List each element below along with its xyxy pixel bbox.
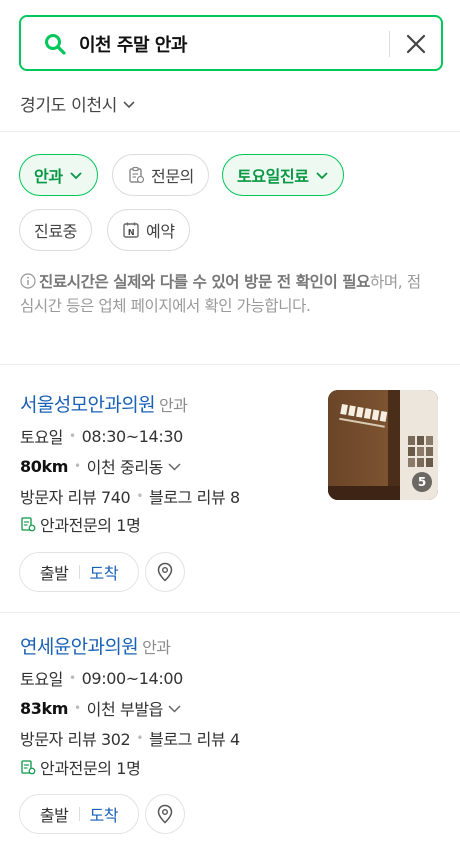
hours-day: 토요일 xyxy=(20,670,63,689)
route-button[interactable]: 출발 도착 xyxy=(19,794,139,834)
separator-dot: • xyxy=(73,459,81,473)
separator xyxy=(78,807,80,821)
separator xyxy=(78,565,80,579)
distance: 83km xyxy=(20,698,68,718)
place-photo[interactable]: 5 xyxy=(328,390,438,500)
place-category: 안과 xyxy=(142,638,171,657)
chevron-down-icon xyxy=(168,462,181,471)
address: 이천 중리동 xyxy=(86,458,164,477)
search-box[interactable]: 이천 주말 안과 xyxy=(19,15,443,71)
location-line[interactable]: 83km • 이천 부발읍 xyxy=(20,696,182,720)
separator-dot: • xyxy=(68,429,76,443)
chevron-down-icon xyxy=(168,704,181,713)
notice-strong-text: 진료시간은 실제와 다를 수 있어 방문 전 확인이 필요 xyxy=(39,273,371,291)
depart-button[interactable]: 출발 xyxy=(40,802,69,826)
business-hours: 토요일 • 09:00~14:00 xyxy=(20,666,183,690)
search-divider xyxy=(389,31,390,57)
filter-specialist-label: 전문의 xyxy=(151,167,194,186)
map-pin-button[interactable] xyxy=(145,794,185,834)
filter-saturday-label: 토요일진료 xyxy=(237,167,309,186)
filter-department-label: 안과 xyxy=(34,167,63,186)
address: 이천 부발읍 xyxy=(86,700,164,719)
divider xyxy=(0,131,460,132)
business-hours: 토요일 • 08:30~14:30 xyxy=(20,424,183,448)
depart-button[interactable]: 출발 xyxy=(40,560,69,584)
visitor-reviews: 방문자 리뷰 740 xyxy=(20,488,131,507)
distance: 80km xyxy=(20,456,68,476)
separator-dot: • xyxy=(73,701,81,715)
map-pin-icon xyxy=(157,804,173,824)
filter-open-now-label: 진료중 xyxy=(34,222,77,241)
location-line[interactable]: 80km • 이천 중리동 xyxy=(20,454,182,478)
chevron-down-icon xyxy=(123,100,135,108)
region-selector[interactable]: 경기도 이천시 xyxy=(20,91,137,116)
blog-reviews: 블로그 리뷰 4 xyxy=(149,730,240,749)
chevron-down-icon xyxy=(315,172,328,180)
region-label: 경기도 이천시 xyxy=(20,96,118,116)
info-icon xyxy=(20,273,36,289)
search-input[interactable]: 이천 주말 안과 xyxy=(79,31,187,57)
separator-dot: • xyxy=(136,489,143,503)
clipboard-icon xyxy=(129,166,145,184)
map-pin-icon xyxy=(157,562,173,582)
filter-department[interactable]: 안과 xyxy=(19,154,98,196)
arrive-button[interactable]: 도착 xyxy=(90,560,119,584)
filter-open-now[interactable]: 진료중 xyxy=(19,209,92,251)
hours-time: 08:30~14:30 xyxy=(81,426,184,446)
place-category: 안과 xyxy=(159,396,188,415)
separator-dot: • xyxy=(136,731,143,745)
place-name-link[interactable]: 연세윤안과의원 안과 xyxy=(20,632,171,659)
hours-notice: 진료시간은 실제와 다를 수 있어 방문 전 확인이 필요하며, 점심시간 등은… xyxy=(20,270,430,318)
close-icon[interactable] xyxy=(403,31,429,57)
route-button[interactable]: 출발 도착 xyxy=(19,552,139,592)
divider xyxy=(0,612,460,613)
chevron-down-icon xyxy=(70,172,82,180)
place-name[interactable]: 연세윤안과의원 xyxy=(20,636,139,658)
hours-day: 토요일 xyxy=(20,428,63,447)
review-counts: 방문자 리뷰 302 • 블로그 리뷰 4 xyxy=(20,726,240,750)
photo-count-badge: 5 xyxy=(412,472,432,492)
specialist-info: 안과전문의 1명 xyxy=(20,755,141,779)
specialist-info: 안과전문의 1명 xyxy=(20,512,141,536)
specialist-count: 안과전문의 1명 xyxy=(40,516,141,535)
review-counts: 방문자 리뷰 740 • 블로그 리뷰 8 xyxy=(20,484,240,508)
filter-saturday[interactable]: 토요일진료 xyxy=(222,154,344,196)
place-name[interactable]: 서울성모안과의원 xyxy=(20,394,156,416)
specialist-count: 안과전문의 1명 xyxy=(40,759,141,778)
specialist-doc-icon xyxy=(21,517,36,532)
divider xyxy=(0,364,460,365)
map-pin-button[interactable] xyxy=(145,552,185,592)
naver-booking-icon: N xyxy=(123,222,139,238)
separator-dot: • xyxy=(68,671,76,685)
search-icon xyxy=(45,34,66,55)
arrive-button[interactable]: 도착 xyxy=(90,802,119,826)
filter-specialist[interactable]: 전문의 xyxy=(112,154,209,196)
specialist-doc-icon xyxy=(21,760,36,775)
visitor-reviews: 방문자 리뷰 302 xyxy=(20,730,131,749)
svg-text:N: N xyxy=(128,228,134,237)
filter-reserve-label: 예약 xyxy=(146,222,175,241)
filter-reserve[interactable]: N 예약 xyxy=(107,209,190,251)
blog-reviews: 블로그 리뷰 8 xyxy=(149,488,240,507)
hours-time: 09:00~14:00 xyxy=(81,668,184,688)
place-name-link[interactable]: 서울성모안과의원 안과 xyxy=(20,390,188,417)
